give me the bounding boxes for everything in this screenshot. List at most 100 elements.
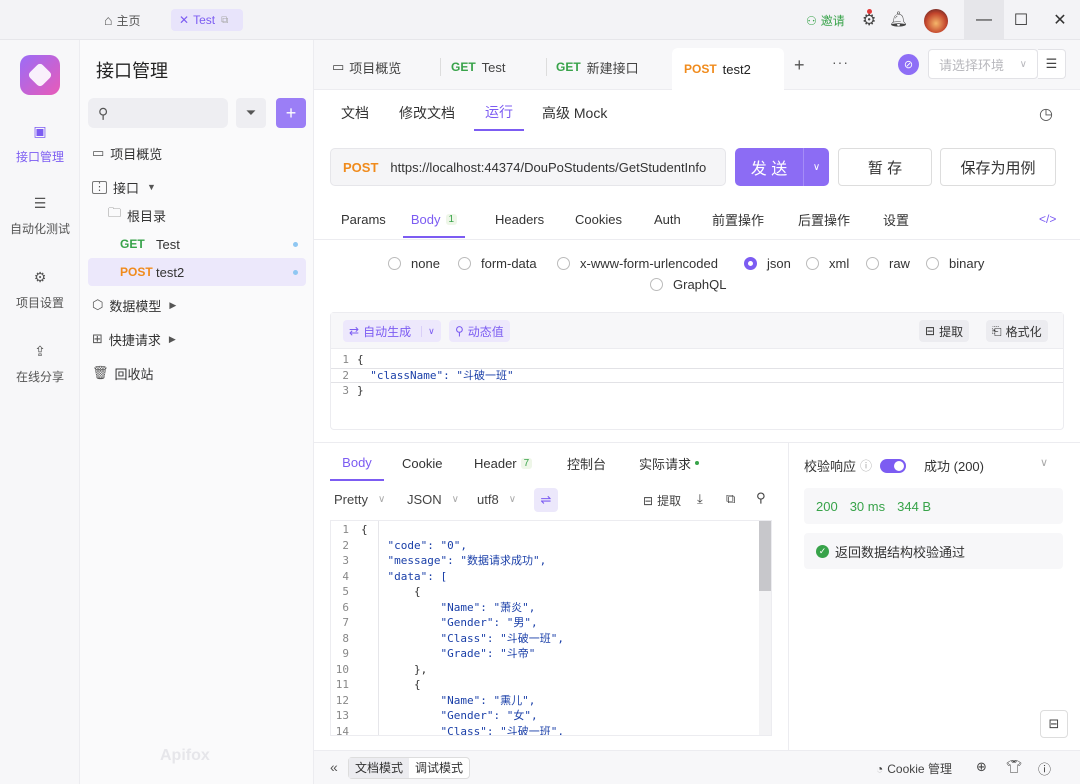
tree-item-get-test[interactable]: GET Test (120, 231, 306, 257)
copy-icon[interactable]: ⧉ (726, 491, 735, 507)
invite-button[interactable]: ⚇ 邀请 (806, 12, 845, 29)
save-button[interactable]: 暂 存 (838, 148, 932, 186)
environment-icon[interactable]: ⊘ (898, 54, 919, 75)
method-select[interactable]: POST (343, 160, 378, 175)
search-icon[interactable]: ⚲ (756, 490, 766, 506)
doc-mode-button[interactable]: 文档模式 (349, 758, 410, 778)
body-type-binary[interactable]: binary (926, 256, 984, 271)
more-tabs-icon[interactable]: ··· (832, 54, 849, 70)
tree-quick[interactable]: ⊞ 快捷请求 ▶ (92, 326, 176, 352)
response-body-viewer[interactable]: 1{2 "code": "0", 3 "message": "数据请求成功", 4 … (330, 520, 772, 736)
code-icon[interactable]: </> (1039, 212, 1056, 226)
api-folder-icon: ⋮ (92, 180, 107, 194)
param-tab-pre[interactable]: 前置操作 (712, 201, 764, 237)
param-tab-body[interactable]: Body 1 (403, 202, 465, 238)
send-dropdown-icon[interactable]: ∨ (803, 148, 829, 186)
response-tab-header[interactable]: Header 7 (474, 445, 533, 481)
url-bar[interactable]: POST https://localhost:44374/DouPoStuden… (330, 148, 726, 186)
body-type-graphql[interactable]: GraphQL (650, 277, 726, 292)
param-tab-auth[interactable]: Auth (654, 201, 681, 237)
request-body-editor[interactable]: ⇄ 自动生成 ∨ ⚲ 动态值 ⊟ 提取 ⎗ 格式化 1{ 2 "classNam… (330, 312, 1064, 430)
scrollbar-thumb[interactable] (759, 521, 771, 591)
tab-overview[interactable]: ▭ 项目概览 (332, 48, 401, 86)
rail-item-share[interactable]: ⇪ 在线分享 (0, 340, 80, 385)
body-type-none[interactable]: none (388, 256, 440, 271)
tree-item-post-test2[interactable]: POST test2 (88, 258, 306, 286)
help-icon[interactable]: ⓘ (1038, 759, 1051, 778)
dynamic-value-button[interactable]: ⚲ 动态值 (449, 320, 510, 342)
new-tab-button[interactable]: + (794, 55, 805, 76)
param-tab-settings[interactable]: 设置 (883, 201, 909, 237)
encoding-select[interactable]: utf8 ∨ (477, 492, 516, 507)
help-icon[interactable]: ⓘ (860, 457, 872, 474)
footer-bar: « 文档模式 调试模式 ◔ Cookie 管理 ⊕ 👕︎ ⓘ (314, 750, 1080, 784)
body-type-urlencoded[interactable]: x-www-form-urlencoded (557, 256, 718, 271)
body-type-form-data[interactable]: form-data (458, 256, 537, 271)
tab-get-new[interactable]: GET 新建接口 (556, 48, 639, 86)
environment-select[interactable]: 请选择环境 ∨ (928, 49, 1038, 79)
wrap-icon[interactable]: ⇌ (534, 488, 558, 512)
cookie-manager-button[interactable]: ◔ Cookie 管理 (876, 760, 952, 777)
search-input[interactable]: ⚲ (88, 98, 228, 128)
subtab-run[interactable]: 运行 (474, 95, 524, 131)
shirt-icon[interactable]: 👕︎ (1006, 759, 1023, 775)
subtab-mock[interactable]: 高级 Mock (542, 95, 607, 131)
download-icon[interactable]: ⤓ (697, 491, 703, 507)
rail-item-automation[interactable]: ☰ 自动化测试 (0, 192, 80, 237)
auto-generate-button[interactable]: ⇄ 自动生成 ∨ (343, 320, 441, 342)
layout-toggle-button[interactable]: ⊟ (1040, 710, 1068, 738)
format-select[interactable]: JSON ∨ (407, 492, 459, 507)
send-button[interactable]: 发 送 ∨ (735, 148, 829, 186)
close-icon[interactable]: ✕ (179, 13, 189, 27)
tab-get-test[interactable]: GET Test (451, 48, 506, 86)
window-close-button[interactable]: ✕ (1040, 0, 1080, 40)
response-extract-button[interactable]: ⊟ 提取 (643, 492, 681, 509)
environment-menu-button[interactable]: ☰ (1038, 49, 1066, 79)
subtab-doc[interactable]: 文档 (341, 95, 369, 131)
chevron-down-icon[interactable]: ∨ (421, 325, 435, 337)
extract-button[interactable]: ⊟ 提取 (919, 320, 970, 342)
filter-button[interactable]: ⏷ (236, 98, 266, 128)
rail-item-api[interactable]: ▣ 接口管理 (0, 120, 80, 165)
param-tab-headers[interactable]: Headers (495, 201, 544, 237)
body-type-xml[interactable]: xml (806, 256, 849, 271)
response-tab-body[interactable]: Body (330, 445, 384, 481)
pretty-select[interactable]: Pretty ∨ (334, 492, 385, 507)
validate-toggle[interactable] (880, 458, 907, 473)
scrollbar-track[interactable] (759, 521, 771, 735)
validate-status-select[interactable]: 成功 (200) (924, 456, 984, 475)
param-tab-params[interactable]: Params (341, 201, 386, 237)
param-tab-cookies[interactable]: Cookies (575, 201, 622, 237)
debug-mode-button[interactable]: 调试模式 (409, 758, 469, 778)
tree-models[interactable]: ⬡ 数据模型 ▶ (92, 292, 176, 318)
project-tab[interactable]: ✕ Test ⧉ (171, 9, 243, 31)
tree-trash[interactable]: 🗑︎ 回收站 (92, 360, 154, 386)
tab-post-test2[interactable]: POST test2 (672, 48, 784, 90)
avatar[interactable] (924, 9, 948, 33)
history-icon[interactable]: ◷ (1039, 104, 1053, 124)
chevron-down-icon[interactable]: ∨ (1040, 456, 1048, 469)
format-button[interactable]: ⎗ 格式化 (986, 320, 1048, 342)
tree-apis[interactable]: ⋮ 接口 ▼ (92, 174, 156, 200)
upload-icon[interactable]: ⊕ (976, 759, 987, 775)
add-button[interactable]: + (276, 98, 306, 128)
maximize-button[interactable]: ☐ (1001, 0, 1041, 40)
home-tab[interactable]: ⌂ 主页 (104, 10, 140, 30)
bell-icon[interactable]: 🔔︎ (889, 10, 908, 28)
tree-root[interactable]: 🗀︎ 根目录 (108, 202, 166, 228)
body-type-raw[interactable]: raw (866, 256, 910, 271)
subtab-edit-doc[interactable]: 修改文档 (399, 95, 455, 131)
response-tab-console[interactable]: 控制台 (567, 445, 606, 481)
popout-icon[interactable]: ⧉ (221, 15, 228, 26)
url-input[interactable]: https://localhost:44374/DouPoStudents/Ge… (390, 160, 706, 175)
save-as-case-button[interactable]: 保存为用例 (940, 148, 1056, 186)
minimize-button[interactable]: — (964, 0, 1004, 40)
response-tab-cookie[interactable]: Cookie (402, 445, 442, 481)
tree-overview[interactable]: ▭ 项目概览 (92, 140, 162, 166)
collapse-icon[interactable]: « (330, 759, 338, 775)
rail-item-settings[interactable]: ⚙ 项目设置 (0, 266, 80, 311)
param-tab-post[interactable]: 后置操作 (798, 201, 850, 237)
code-line: 2 "className": "斗破一班" (331, 367, 1063, 383)
body-type-json[interactable]: json (744, 256, 791, 271)
response-tab-actual[interactable]: 实际请求 (639, 445, 700, 481)
